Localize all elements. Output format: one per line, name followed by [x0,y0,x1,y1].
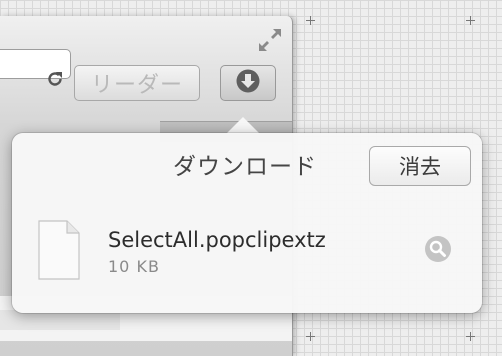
reader-button[interactable]: リーダー [74,65,200,101]
download-item[interactable]: SelectAll.popclipextz 10 KB [12,200,482,300]
reload-button[interactable] [38,66,72,96]
downloads-title: ダウンロード [173,154,317,180]
grid-marker [306,332,315,341]
magnifier-icon[interactable] [424,235,452,263]
clear-button[interactable]: 消去 [369,146,471,186]
grid-marker [466,16,475,25]
download-file-size: 10 KB [108,257,160,276]
clear-button-label: 消去 [399,155,441,179]
document-icon [38,220,80,280]
fullscreen-icon[interactable] [256,26,284,54]
grid-marker [466,332,475,341]
download-file-name: SelectAll.popclipextz [108,228,326,252]
grid-marker [306,16,315,25]
reload-icon [45,69,65,93]
download-icon [235,68,261,98]
reader-button-label: リーダー [90,73,183,98]
downloads-button[interactable] [220,65,276,101]
popover-arrow [226,117,260,134]
